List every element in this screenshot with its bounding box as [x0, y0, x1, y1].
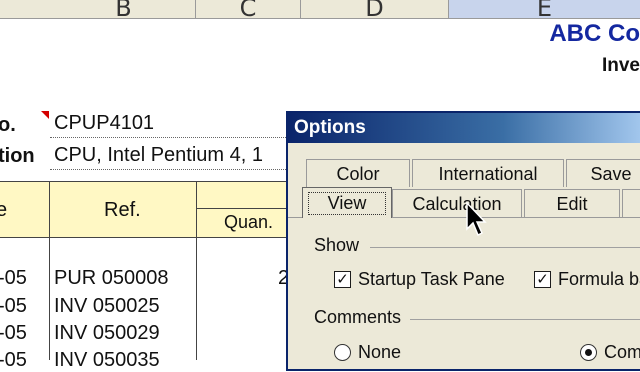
row-ref: INV 050029	[54, 322, 160, 344]
table-header-ref: Ref.	[104, 199, 141, 221]
comments-group-label: Comments	[314, 307, 402, 327]
column-header-b[interactable]: B	[52, 0, 196, 19]
row-ref: INV 050025	[54, 295, 160, 317]
row-ref: INV 050035	[54, 349, 160, 371]
table-header-quantity: Quan.	[224, 212, 274, 232]
tab-edit[interactable]: Edit	[524, 189, 620, 217]
field-label-description: tion	[0, 145, 35, 167]
startup-task-pane-label[interactable]: Startup Task Pane	[358, 269, 505, 290]
tab-view[interactable]: View	[302, 187, 392, 218]
column-header-a[interactable]	[0, 0, 53, 19]
formula-bar-label[interactable]: Formula ba	[558, 269, 640, 290]
column-divider	[196, 236, 197, 360]
comment-indicator-icon	[41, 111, 49, 119]
header-divider	[196, 182, 197, 237]
table-header-row: e Ref. Quan.	[0, 181, 300, 238]
options-dialog: Options Color International Save Calcula…	[286, 111, 640, 371]
column-header-e[interactable]: E	[449, 0, 640, 19]
tab-more[interactable]	[622, 189, 640, 217]
field-value-description[interactable]: CPU, Intel Pentium 4, 1	[54, 144, 263, 167]
focus-rect	[308, 192, 386, 215]
row-date: -05	[0, 267, 27, 289]
dialog-title: Options	[294, 117, 366, 138]
field-value-item-no[interactable]: CPUP4101	[54, 112, 154, 135]
tab-calculation[interactable]: Calculation	[392, 189, 522, 217]
comments-indicator-radio[interactable]	[580, 344, 597, 361]
dialog-titlebar[interactable]: Options	[288, 113, 640, 143]
column-divider	[49, 236, 50, 360]
row-date: -05	[0, 322, 27, 344]
row-date: -05	[0, 295, 27, 317]
field-underline	[50, 169, 290, 170]
tab-color[interactable]: Color	[306, 159, 410, 187]
header-divider	[196, 208, 300, 209]
comments-none-radio[interactable]	[334, 344, 351, 361]
startup-task-pane-checkbox[interactable]: ✓	[334, 271, 351, 288]
group-rule	[410, 319, 640, 320]
report-title: Inve	[601, 55, 640, 76]
row-date: -05	[0, 349, 27, 371]
column-header-c[interactable]: C	[196, 0, 301, 19]
show-group-label: Show	[314, 235, 360, 255]
table-header-date: e	[0, 199, 8, 221]
tab-save[interactable]: Save	[566, 159, 640, 187]
column-header-d[interactable]: D	[301, 0, 449, 19]
field-underline	[50, 137, 290, 138]
formula-bar-checkbox[interactable]: ✓	[534, 271, 551, 288]
group-rule	[370, 247, 640, 248]
arrow-cursor-icon	[466, 202, 487, 237]
tab-international[interactable]: International	[412, 159, 564, 187]
company-name: ABC Co	[549, 20, 640, 47]
field-label-item-no: o.	[0, 114, 16, 136]
row-ref: PUR 050008	[54, 267, 169, 289]
header-divider	[49, 182, 50, 237]
